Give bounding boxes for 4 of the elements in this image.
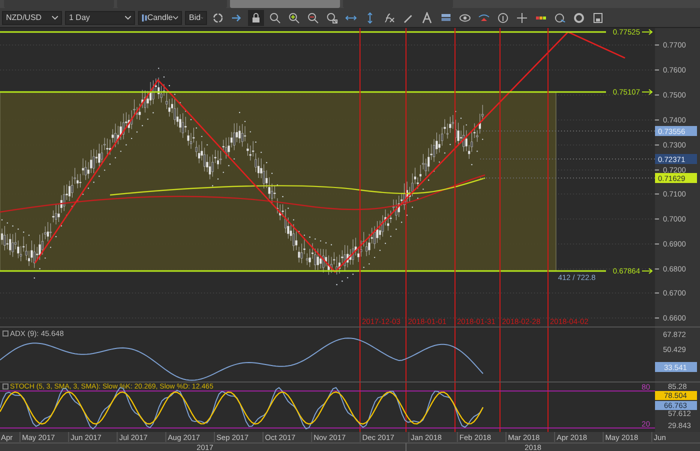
chart-type-select[interactable]: Candle bbox=[138, 10, 182, 24]
symbol-select[interactable]: NZD/USD bbox=[2, 10, 62, 24]
timeframe-select[interactable]: 1 Day bbox=[65, 10, 135, 24]
price-side-select[interactable]: Bid bbox=[185, 10, 207, 24]
